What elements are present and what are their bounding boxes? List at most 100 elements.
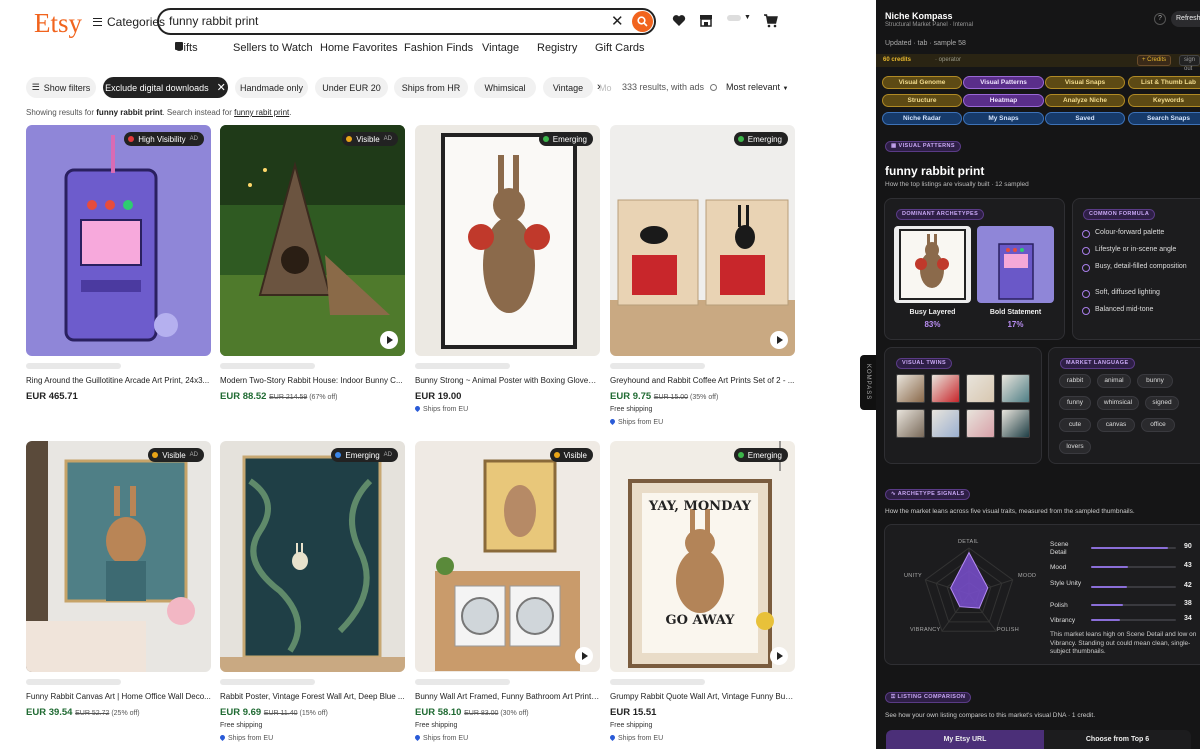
sign-out-button[interactable]: sign out xyxy=(1179,55,1200,72)
keyword-chip[interactable]: rabbit xyxy=(1059,374,1091,388)
visual-twin-thumb[interactable] xyxy=(966,374,995,403)
listing-image[interactable]: High Visibility AD xyxy=(26,125,211,356)
archetype-thumb-bold-statement[interactable] xyxy=(977,226,1054,303)
listing-title[interactable]: Ring Around the Guillotitine Arcade Art … xyxy=(26,376,211,385)
archetype-thumb-busy-layered[interactable] xyxy=(894,226,971,303)
play-video-icon[interactable] xyxy=(380,331,398,349)
tab-choose-top-6[interactable]: Choose from Top 6 xyxy=(1044,730,1191,749)
nav-search-snaps[interactable]: Search Snaps xyxy=(1128,112,1200,125)
visual-twin-thumb[interactable] xyxy=(1001,374,1030,403)
play-video-icon[interactable] xyxy=(770,331,788,349)
sort-dropdown[interactable]: Most relevant ▼ xyxy=(726,82,789,92)
seller-name-blurred xyxy=(415,363,510,369)
nav-niche-radar[interactable]: Niche Radar xyxy=(882,112,962,125)
filter-chip-exclude-digital[interactable]: Exclude digital downloads ✕ xyxy=(103,77,228,98)
keyword-chip[interactable]: cute xyxy=(1059,418,1091,432)
filter-chip-handmade[interactable]: Handmade only xyxy=(235,77,308,98)
listing-title[interactable]: Modern Two-Story Rabbit House: Indoor Bu… xyxy=(220,376,405,385)
search-bar[interactable]: ✕ xyxy=(157,8,656,35)
categories-button[interactable]: Categories xyxy=(93,15,165,29)
nav-fashion-finds[interactable]: Fashion Finds xyxy=(404,42,473,54)
listing-image[interactable]: Emerging xyxy=(610,125,795,356)
favorites-icon[interactable] xyxy=(672,14,686,27)
nav-keywords[interactable]: Keywords xyxy=(1128,94,1200,107)
kompass-side-tab[interactable]: KOMPASS xyxy=(860,355,876,410)
visual-twin-thumb[interactable] xyxy=(966,409,995,438)
visual-twin-thumb[interactable] xyxy=(896,409,925,438)
listing-image[interactable]: Emerging AD xyxy=(220,441,405,672)
listing-title[interactable]: Grumpy Rabbit Quote Wall Art, Vintage Fu… xyxy=(610,692,795,701)
show-filters-button[interactable]: ☰ Show filters xyxy=(26,77,96,98)
search-input[interactable] xyxy=(169,14,589,28)
listing-image[interactable]: Emerging xyxy=(415,125,600,356)
radar-label-unity: UNITY xyxy=(904,573,922,579)
nav-registry[interactable]: Registry xyxy=(537,42,577,54)
visual-twin-thumb[interactable] xyxy=(931,409,960,438)
keyword-chip[interactable]: canvas xyxy=(1097,418,1135,432)
signal-value: 90 xyxy=(1184,543,1192,550)
filter-chip-ships-hr[interactable]: Ships from HR xyxy=(394,77,468,98)
add-credits-button[interactable]: + Credits xyxy=(1137,55,1172,66)
listing-image[interactable]: Visible AD xyxy=(26,441,211,672)
keyword-chip[interactable]: bunny xyxy=(1137,374,1173,388)
alt-query-link[interactable]: funny rabit print xyxy=(234,108,289,117)
nav-structure[interactable]: Structure xyxy=(882,94,962,107)
chevron-down-icon: ▼ xyxy=(782,86,789,92)
refresh-button[interactable]: Refresh xyxy=(1171,11,1200,27)
nav-vintage[interactable]: Vintage xyxy=(482,42,519,54)
listing-title[interactable]: Rabbit Poster, Vintage Forest Wall Art, … xyxy=(220,692,405,701)
visual-twin-thumb[interactable] xyxy=(896,374,925,403)
check-icon xyxy=(1082,247,1090,255)
filter-chip-under-20[interactable]: Under EUR 20 xyxy=(315,77,388,98)
keyword-chip[interactable]: whimsical xyxy=(1097,396,1139,410)
keyword-chip[interactable]: funny xyxy=(1059,396,1091,410)
search-button[interactable] xyxy=(632,11,653,32)
nav-my-snaps[interactable]: My Snaps xyxy=(963,112,1044,125)
nav-heatmap[interactable]: Heatmap xyxy=(963,94,1044,107)
play-video-icon[interactable] xyxy=(770,647,788,665)
nav-list-thumb-lab[interactable]: List & Thumb Lab xyxy=(1128,76,1200,89)
close-icon[interactable]: ✕ xyxy=(217,81,226,94)
listing-title[interactable]: Funny Rabbit Canvas Art | Home Office Wa… xyxy=(26,692,211,701)
info-icon[interactable] xyxy=(709,84,717,91)
nav-saved[interactable]: Saved xyxy=(1045,112,1125,125)
nav-visual-genome[interactable]: Visual Genome xyxy=(882,76,962,89)
shop-manager-icon[interactable] xyxy=(699,14,713,27)
status-dot xyxy=(128,136,135,142)
play-video-icon[interactable] xyxy=(575,647,593,665)
nav-visual-snaps[interactable]: Visual Snaps xyxy=(1045,76,1125,89)
listing-title[interactable]: Bunny Strong ~ Animal Poster with Boxing… xyxy=(415,376,600,385)
listing-image[interactable]: YAY, MONDAY GO AWAY Emerging xyxy=(610,441,795,672)
visual-twins-card: VISUAL TWINS xyxy=(884,347,1042,464)
nav-analyze-niche[interactable]: Analyze Niche xyxy=(1045,94,1125,107)
help-icon[interactable]: ? xyxy=(1154,13,1166,25)
keyword-chip[interactable]: animal xyxy=(1097,374,1131,388)
nav-home-favorites[interactable]: Home Favorites xyxy=(320,42,398,54)
original-price: EUR 15.00 xyxy=(653,394,689,401)
cart-icon[interactable] xyxy=(763,14,778,28)
visual-twin-thumb[interactable] xyxy=(1001,409,1030,438)
etsy-logo[interactable]: Etsy xyxy=(34,8,82,39)
status-dot xyxy=(346,136,353,142)
nav-sellers-to-watch[interactable]: Sellers to Watch xyxy=(233,42,313,54)
listing-title[interactable]: Bunny Wall Art Framed, Funny Bathroom Ar… xyxy=(415,692,600,701)
keyword-chip[interactable]: lovers xyxy=(1059,440,1091,454)
account-menu[interactable]: ▼ xyxy=(727,14,751,21)
tab-my-etsy-url[interactable]: My Etsy URL xyxy=(886,730,1044,749)
listing-image[interactable]: Visible AD xyxy=(220,125,405,356)
query-title: funny rabbit print xyxy=(885,164,985,178)
clear-search-icon[interactable]: ✕ xyxy=(611,12,624,30)
listing-title[interactable]: Greyhound and Rabbit Coffee Art Prints S… xyxy=(610,376,795,385)
keyword-chip[interactable]: signed xyxy=(1145,396,1179,410)
nav-gift-cards[interactable]: Gift Cards xyxy=(595,42,645,54)
nav-visual-patterns[interactable]: Visual Patterns xyxy=(963,76,1044,89)
filter-chip-vintage[interactable]: Vintage xyxy=(543,77,593,98)
archetype-pct-1: 17% xyxy=(1007,320,1024,329)
listing-image[interactable]: Visible xyxy=(415,441,600,672)
radar-value-shape xyxy=(950,551,989,609)
chevron-right-icon[interactable]: › xyxy=(597,81,601,93)
filter-chip-whimsical[interactable]: Whimsical xyxy=(474,77,536,98)
visual-twin-thumb[interactable] xyxy=(931,374,960,403)
filter-chip-more[interactable]: Mo xyxy=(599,77,615,98)
keyword-chip[interactable]: office xyxy=(1141,418,1175,432)
